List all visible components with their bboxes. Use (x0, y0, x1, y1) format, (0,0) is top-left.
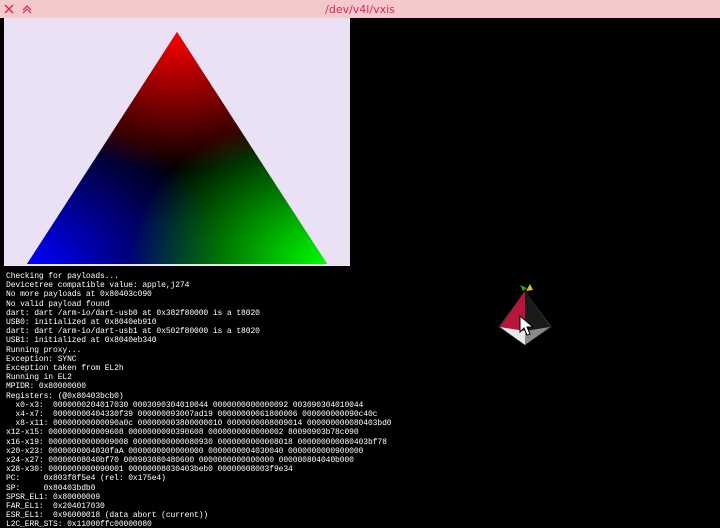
chevron-up-icon[interactable] (20, 2, 34, 16)
console-output: Checking for payloads... Devicetree comp… (6, 272, 466, 528)
asahi-logo (490, 283, 560, 355)
window-title: /dev/v4l/vxis (325, 3, 395, 16)
rgb-triangle (27, 32, 327, 264)
content-area: Checking for payloads... Devicetree comp… (0, 18, 720, 528)
close-button[interactable] (2, 2, 16, 16)
mouse-cursor-icon (519, 315, 535, 337)
titlebar-controls (0, 2, 34, 16)
window-titlebar[interactable]: /dev/v4l/vxis (0, 0, 720, 18)
render-viewport (4, 18, 350, 266)
